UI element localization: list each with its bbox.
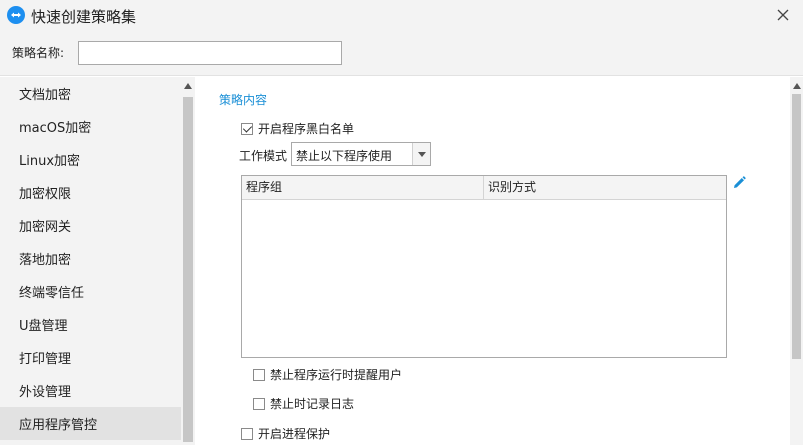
sidebar-item-encrypt-permission[interactable]: 加密权限 [0,176,181,209]
sidebar-item-macos-encrypt[interactable]: macOS加密 [0,110,181,143]
policy-name-input[interactable] [78,41,342,65]
sidebar-item-label: 应用程序管控 [19,418,98,433]
sidebar-item-peripheral-management[interactable]: 外设管理 [0,374,181,407]
sidebar-item-label: 打印管理 [19,352,72,367]
category-sidebar: 文档加密 macOS加密 Linux加密 加密权限 加密网关 落地加密 终端零信… [0,77,181,445]
checkbox-unchecked-icon[interactable] [241,427,253,440]
app-logo-icon [7,6,25,24]
sidebar-item-encrypt-gateway[interactable]: 加密网关 [0,209,181,242]
checkbox-unchecked-icon[interactable] [253,368,265,381]
column-header-program-group[interactable]: 程序组 [242,176,484,199]
policy-name-label: 策略名称: [12,46,65,60]
sidebar-item-linux-encrypt[interactable]: Linux加密 [0,143,181,176]
work-mode-select[interactable]: 禁止以下程序使用 [291,142,431,166]
work-mode-value: 禁止以下程序使用 [296,149,393,163]
close-icon[interactable] [775,7,791,23]
table-header: 程序组 识别方式 [242,176,726,200]
policy-content-panel: 策略内容 开启程序黑白名单 工作模式 禁止以下程序使用 程序组 识别方式 禁止程… [196,77,790,445]
enable-whitelist-checkbox[interactable]: 开启程序黑白名单 [241,120,354,137]
title-bar: 快速创建策略集 [0,0,803,31]
notify-user-checkbox[interactable]: 禁止程序运行时提醒用户 [253,366,402,383]
sidebar-item-label: Linux加密 [19,154,81,169]
sidebar-item-print-management[interactable]: 打印管理 [0,341,181,374]
enable-whitelist-label: 开启程序黑白名单 [258,122,355,136]
scroll-up-arrow-icon[interactable] [184,83,192,89]
sidebar-item-usb-management[interactable]: U盘管理 [0,308,181,341]
pencil-edit-icon[interactable] [731,175,747,191]
sidebar-item-label: U盘管理 [19,319,68,334]
process-protect-label: 开启进程保护 [258,427,331,441]
process-protect-checkbox[interactable]: 开启进程保护 [241,425,330,442]
program-group-table: 程序组 识别方式 [241,175,727,358]
sidebar-item-label: 加密网关 [19,220,72,235]
notify-user-label: 禁止程序运行时提醒用户 [270,368,403,382]
sidebar-item-label: macOS加密 [19,121,92,136]
section-title: 策略内容 [219,93,268,107]
checkbox-unchecked-icon[interactable] [253,397,265,410]
sidebar-item-label: 落地加密 [19,253,72,268]
scroll-up-arrow-icon[interactable] [793,83,801,89]
content-scroll-thumb[interactable] [792,94,801,359]
sidebar-item-label: 文档加密 [19,88,72,103]
log-event-checkbox[interactable]: 禁止时记录日志 [253,395,354,412]
sidebar-item-label: 外设管理 [19,385,72,400]
sidebar-scrollbar[interactable] [181,77,195,445]
sidebar-item-landing-encrypt[interactable]: 落地加密 [0,242,181,275]
sidebar-item-app-control[interactable]: 应用程序管控 [0,407,181,440]
sidebar-item-label: 加密权限 [19,187,72,202]
sidebar-item-doc-encrypt[interactable]: 文档加密 [0,77,181,110]
sidebar-item-zero-trust[interactable]: 终端零信任 [0,275,181,308]
window-title: 快速创建策略集 [31,8,137,26]
column-header-identify-method[interactable]: 识别方式 [484,176,726,199]
log-event-label: 禁止时记录日志 [270,397,355,411]
checkbox-checked-icon[interactable] [241,122,253,135]
content-scrollbar[interactable] [790,77,803,445]
work-mode-label: 工作模式 [239,149,288,163]
policy-name-bar: 策略名称: [0,31,803,76]
chevron-down-icon[interactable] [412,143,430,165]
sidebar-item-label: 终端零信任 [19,286,85,301]
sidebar-scroll-thumb[interactable] [183,97,193,442]
